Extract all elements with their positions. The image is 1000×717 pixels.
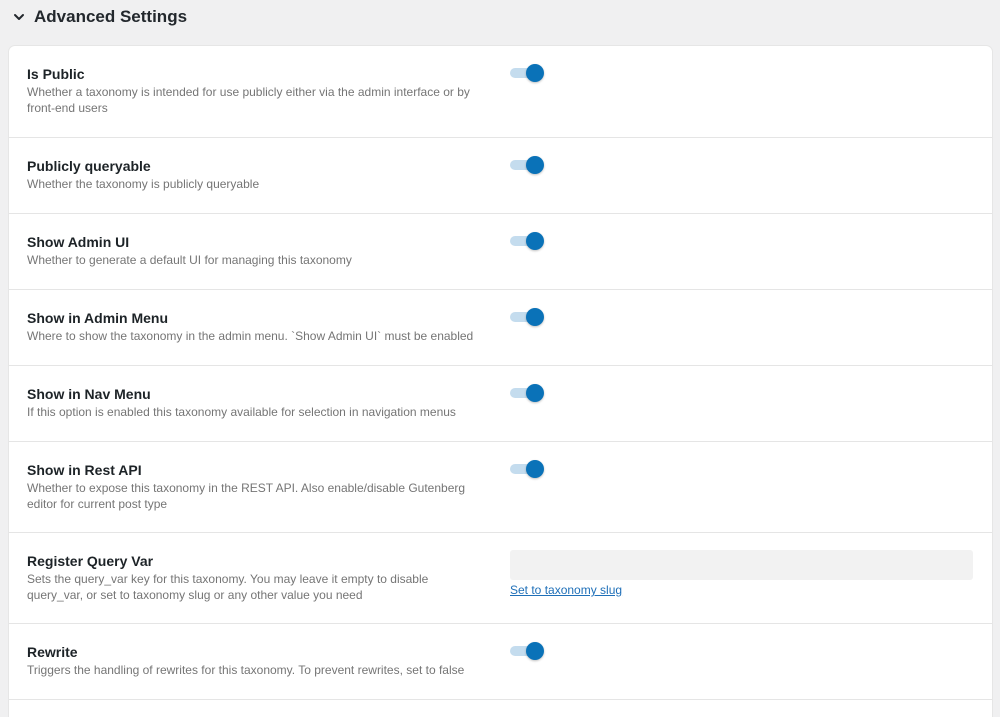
setting-description: Whether a taxonomy is intended for use p…: [27, 85, 470, 115]
setting-row-rewrite: Rewrite Triggers the handling of rewrite…: [9, 624, 992, 700]
show-in-rest-api-toggle[interactable]: [510, 460, 544, 478]
setting-row-publicly-queryable: Publicly queryable Whether the taxonomy …: [9, 138, 992, 214]
setting-row-register-query-var: Register Query Var Sets the query_var ke…: [9, 533, 992, 624]
setting-label: Show in Rest API: [27, 462, 142, 478]
is-public-toggle[interactable]: [510, 64, 544, 82]
setting-description: If this option is enabled this taxonomy …: [27, 405, 456, 419]
query-var-input[interactable]: [510, 550, 973, 580]
toggle-knob: [526, 308, 544, 326]
set-to-taxonomy-slug-link[interactable]: Set to taxonomy slug: [510, 583, 622, 597]
section-title: Advanced Settings: [34, 7, 188, 26]
publicly-queryable-toggle[interactable]: [510, 156, 544, 174]
setting-row-is-public: Is Public Whether a taxonomy is intended…: [9, 46, 992, 138]
setting-row-show-in-rest-api: Show in Rest API Whether to expose this …: [9, 442, 992, 533]
rewrite-toggle[interactable]: [510, 642, 544, 660]
setting-label: Show Admin UI: [27, 234, 130, 250]
setting-description: Where to show the taxonomy in the admin …: [27, 329, 474, 343]
toggle-knob: [526, 384, 544, 402]
setting-label: Show in Admin Menu: [27, 310, 169, 326]
show-in-admin-menu-toggle[interactable]: [510, 308, 544, 326]
show-admin-ui-toggle[interactable]: [510, 232, 544, 250]
setting-label: Register Query Var: [27, 553, 154, 569]
setting-row-show-admin-ui: Show Admin UI Whether to generate a defa…: [9, 214, 992, 290]
toggle-knob: [526, 64, 544, 82]
setting-description: Whether the taxonomy is publicly queryab…: [27, 177, 260, 191]
setting-description: Triggers the handling of rewrites for th…: [27, 663, 465, 677]
setting-label: Rewrite: [27, 644, 78, 660]
setting-row-show-in-nav-menu: Show in Nav Menu If this option is enabl…: [9, 366, 992, 442]
show-in-nav-menu-toggle[interactable]: [510, 384, 544, 402]
setting-description: Sets the query_var key for this taxonomy…: [27, 572, 429, 602]
setting-row-show-in-admin-menu: Show in Admin Menu Where to show the tax…: [9, 290, 992, 366]
setting-label: Is Public: [27, 66, 85, 82]
toggle-knob: [526, 642, 544, 660]
setting-description: Whether to generate a default UI for man…: [27, 253, 352, 267]
setting-label: Show in Nav Menu: [27, 386, 151, 402]
setting-label: Publicly queryable: [27, 158, 151, 174]
setting-description: Whether to expose this taxonomy in the R…: [27, 481, 466, 511]
settings-panel: Is Public Whether a taxonomy is intended…: [9, 46, 992, 717]
toggle-knob: [526, 232, 544, 250]
toggle-knob: [526, 460, 544, 478]
chevron-down-icon[interactable]: [12, 10, 26, 24]
toggle-knob: [526, 156, 544, 174]
advanced-settings-header[interactable]: Advanced Settings: [0, 0, 1000, 34]
